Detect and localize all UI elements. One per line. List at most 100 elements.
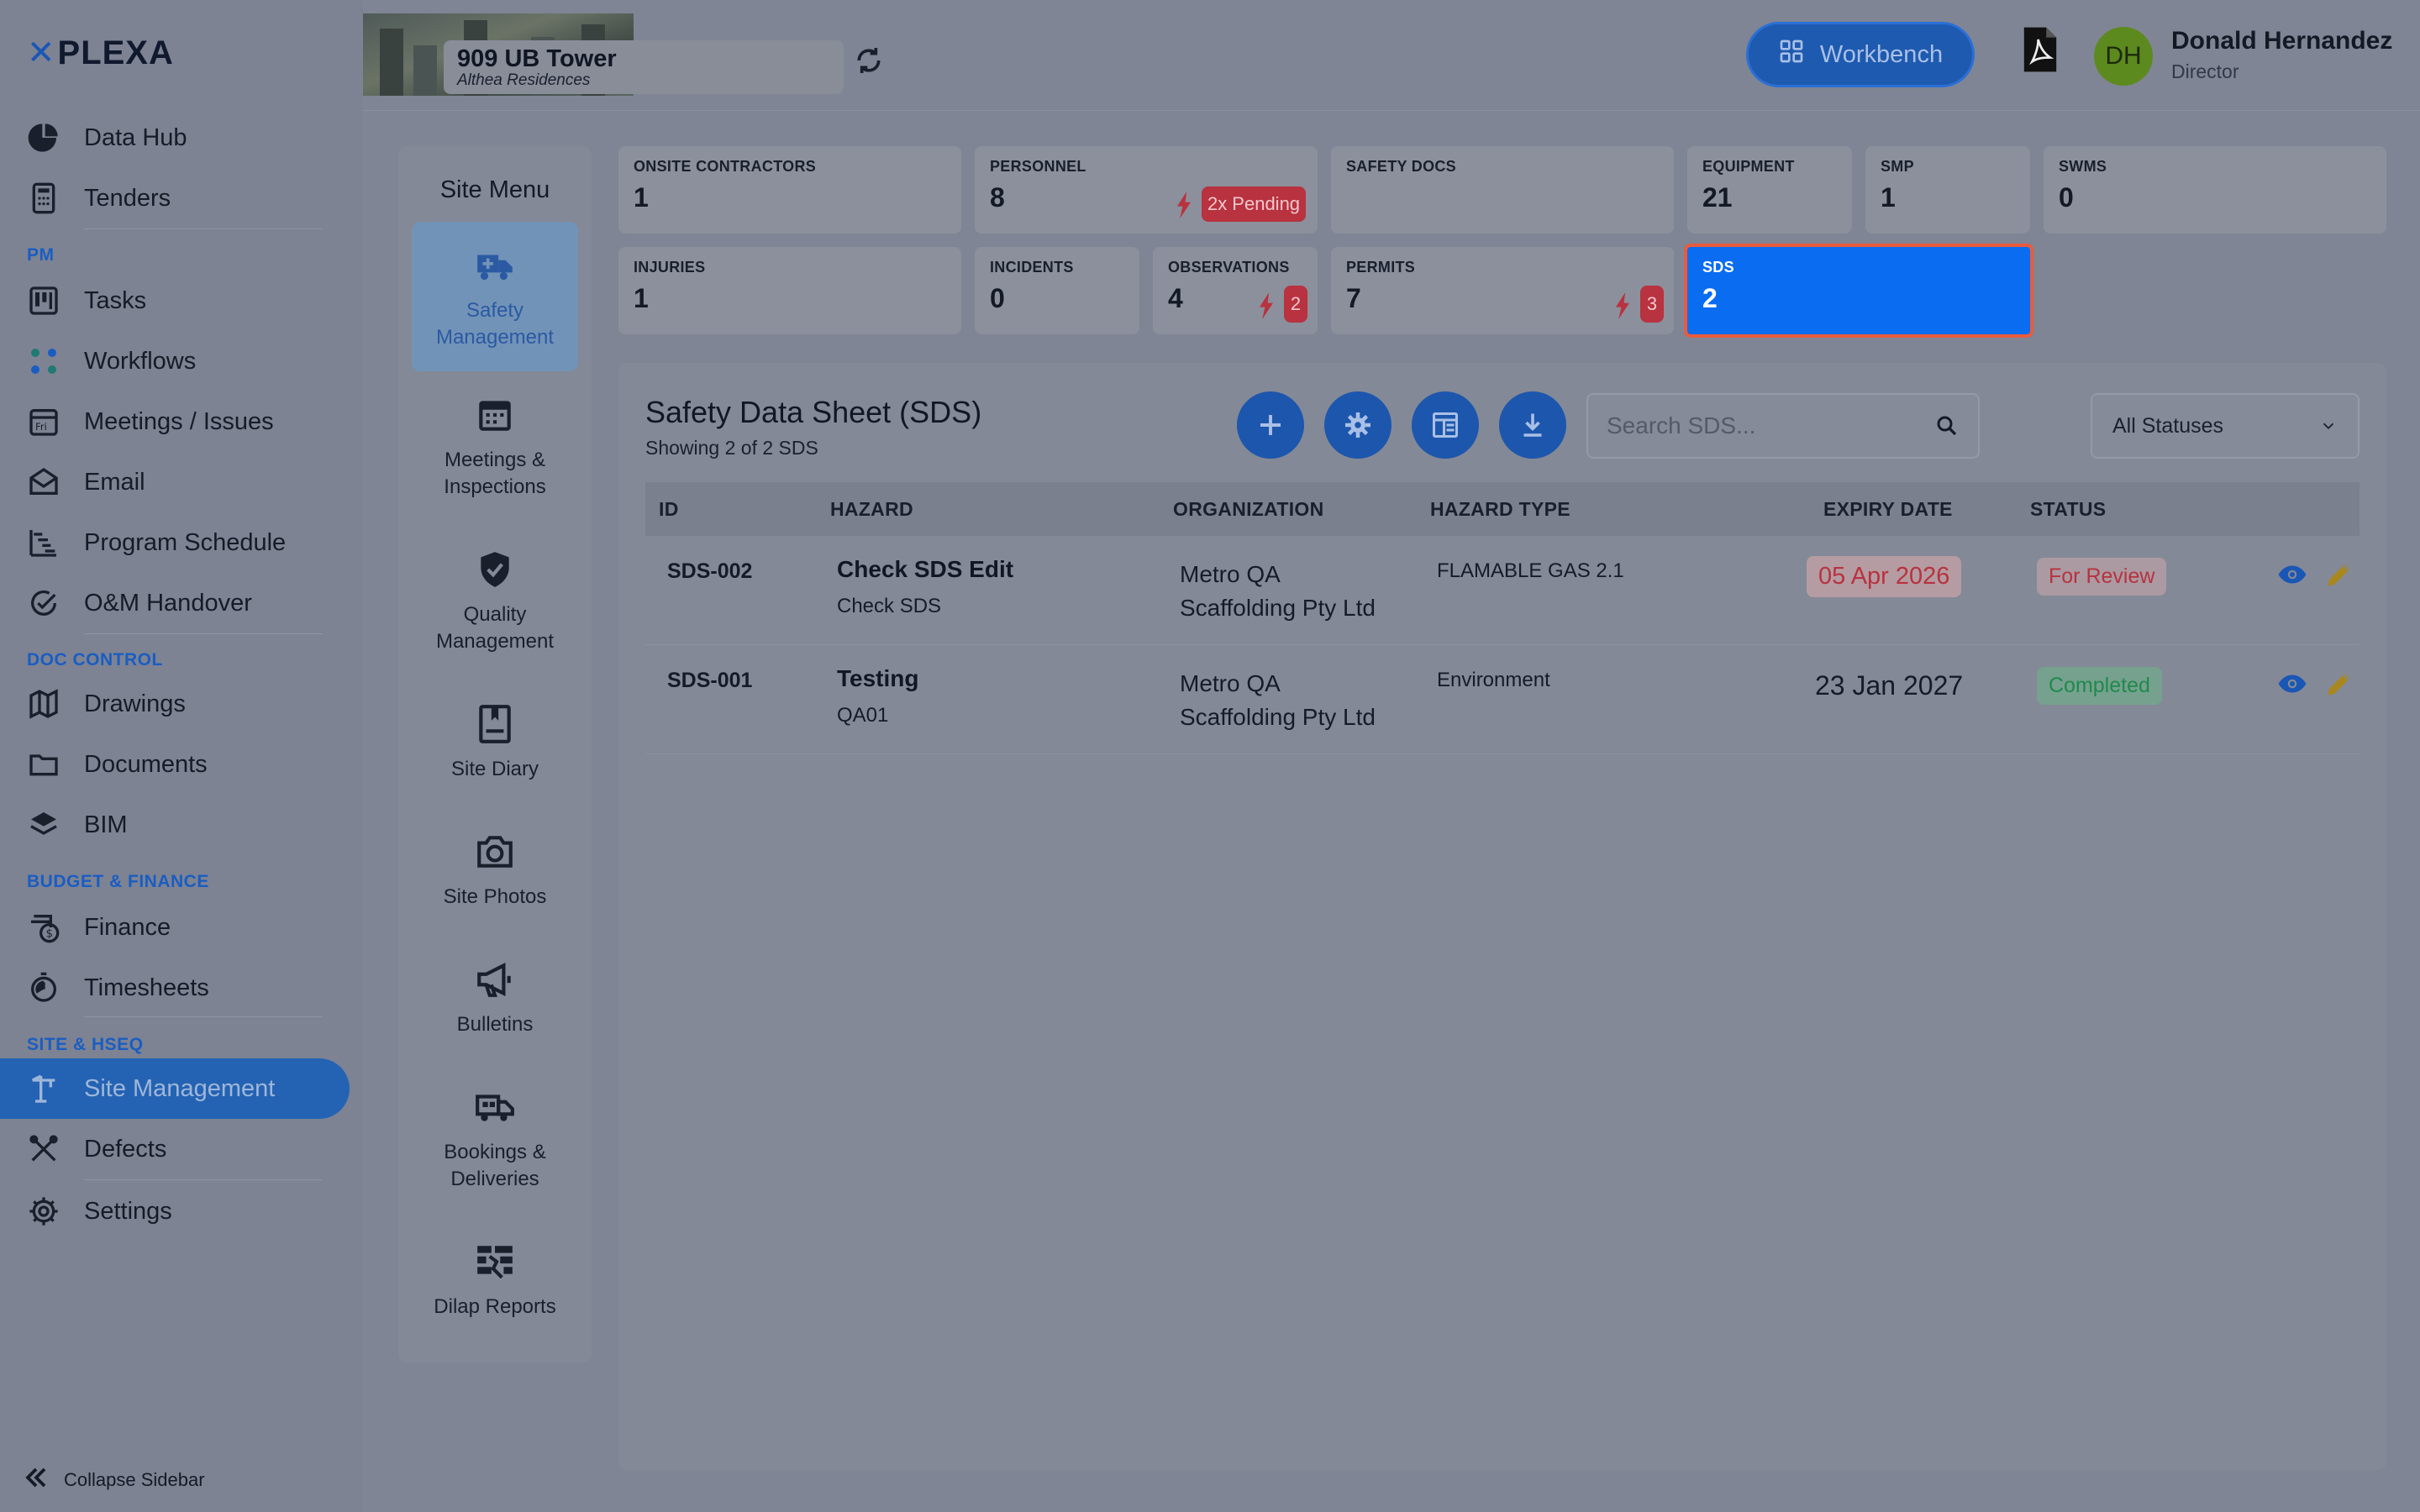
site-menu-label: Safety Management <box>435 299 555 349</box>
site-menu-label: Quality Management <box>435 603 555 653</box>
status-filter-select[interactable]: All Statuses <box>2091 393 2360 459</box>
sidebar-item-site-management[interactable]: Site Management <box>0 1058 350 1119</box>
stat-label: SAFETY DOCS <box>1346 158 1456 175</box>
stat-onsite-contractors[interactable]: ONSITE CONTRACTORS 1 <box>618 146 961 234</box>
sidebar-item-meetings-issues[interactable]: Fri Meetings / Issues <box>24 398 343 445</box>
table-row[interactable]: SDS-001 Testing QA01 Metro QA Scaffoldin… <box>645 645 2360 754</box>
sidebar-item-timesheets[interactable]: Timesheets <box>24 964 343 1011</box>
stat-label: ONSITE CONTRACTORS <box>634 158 817 175</box>
hazard-sub: QA01 <box>837 704 889 727</box>
stat-injuries[interactable]: INJURIES 1 <box>618 247 961 334</box>
layout-button[interactable] <box>1412 391 1479 459</box>
site-menu-item-bulletins[interactable]: Bulletins <box>412 956 578 1038</box>
stat-safety-docs[interactable]: SAFETY DOCS <box>1331 146 1674 234</box>
site-menu-item-site-diary[interactable]: Site Diary <box>412 701 578 783</box>
page-title: Safety Data Sheet (SDS) <box>645 395 982 429</box>
plus-icon <box>1260 415 1281 435</box>
svg-text:$: $ <box>46 928 53 941</box>
sidebar-item-tasks[interactable]: Tasks <box>24 277 343 324</box>
stat-value: 21 <box>1702 182 1733 213</box>
workbench-label: Workbench <box>1819 40 1944 68</box>
stat-observations[interactable]: OBSERVATIONS 4 2 <box>1153 247 1318 334</box>
sidebar-item-email[interactable]: Email <box>24 459 343 506</box>
plexa-logo[interactable]: ✕ PLEXA <box>27 34 174 72</box>
section-title-pm: PM <box>27 245 55 265</box>
sidebar-item-label: Meetings / Issues <box>84 407 274 435</box>
sidebar-item-om-handover[interactable]: O&M Handover <box>24 580 343 627</box>
site-menu-item-meetings-inspections[interactable]: Meetings & Inspections <box>412 391 578 501</box>
sidebar-item-program-schedule[interactable]: Program Schedule <box>24 519 343 566</box>
site-menu-item-quality-management[interactable]: Quality Management <box>412 546 578 655</box>
gantt-icon <box>24 522 64 563</box>
stat-smp[interactable]: SMP 1 <box>1865 146 2030 234</box>
site-menu-item-bookings-deliveries[interactable]: Bookings & Deliveries <box>412 1084 578 1193</box>
diary-icon <box>471 701 518 748</box>
column-header-expiry-date[interactable]: EXPIRY DATE <box>1823 498 1953 521</box>
sidebar-item-label: Settings <box>84 1197 172 1225</box>
sidebar-item-finance[interactable]: $ Finance <box>24 904 343 951</box>
status-filter-value: All Statuses <box>2112 413 2224 438</box>
site-menu-item-safety-management[interactable]: Safety Management <box>412 222 578 371</box>
sidebar-item-defects[interactable]: Defects <box>24 1126 343 1173</box>
site-menu-item-site-photos[interactable]: Site Photos <box>412 828 578 911</box>
project-selector[interactable]: 909 UB Tower Althea Residences <box>444 40 844 94</box>
hazard-sub: Check SDS <box>837 595 942 617</box>
sidebar-item-label: O&M Handover <box>84 589 252 617</box>
collapse-sidebar-button[interactable]: Collapse Sidebar <box>24 1465 205 1494</box>
divider <box>84 633 323 634</box>
column-header-status[interactable]: STATUS <box>2030 498 2106 521</box>
download-button[interactable] <box>1499 391 1566 459</box>
pending-badge[interactable]: 2x Pending <box>1202 186 1306 222</box>
sidebar-item-settings[interactable]: Settings <box>24 1188 343 1235</box>
lightning-icon <box>1177 192 1191 218</box>
user-name[interactable]: Donald Hernandez <box>2171 27 2392 55</box>
avatar[interactable]: DH <box>2094 27 2153 86</box>
sidebar-item-tenders[interactable]: Tenders <box>24 175 343 222</box>
stat-equipment[interactable]: EQUIPMENT 21 <box>1687 146 1852 234</box>
view-icon[interactable] <box>2277 669 2307 699</box>
sds-panel: Safety Data Sheet (SDS) Showing 2 of 2 S… <box>618 363 2386 1470</box>
search-input[interactable]: Search SDS... <box>1586 393 1980 459</box>
stat-swms[interactable]: SWMS 0 <box>2044 146 2386 234</box>
workbench-button[interactable]: Workbench <box>1746 22 1975 87</box>
search-icon[interactable] <box>1934 413 1960 438</box>
edit-icon[interactable] <box>2324 559 2354 590</box>
stat-permits[interactable]: PERMITS 7 3 <box>1331 247 1674 334</box>
site-menu-label: Site Photos <box>443 885 547 908</box>
table-header: ID HAZARD ORGANIZATION HAZARD TYPE EXPIR… <box>645 482 2360 536</box>
column-header-hazard-type[interactable]: HAZARD TYPE <box>1430 498 1570 521</box>
sidebar-item-label: Email <box>84 468 145 496</box>
column-header-id[interactable]: ID <box>659 498 679 521</box>
column-header-hazard[interactable]: HAZARD <box>830 498 913 521</box>
stat-value: 1 <box>1881 182 1896 213</box>
collapse-sidebar-label: Collapse Sidebar <box>64 1468 205 1490</box>
column-header-organization[interactable]: ORGANIZATION <box>1173 498 1324 521</box>
sidebar-item-documents[interactable]: Documents <box>24 741 343 788</box>
table-row[interactable]: SDS-002 Check SDS Edit Check SDS Metro Q… <box>645 536 2360 645</box>
refresh-icon[interactable] <box>850 42 887 79</box>
sds-id: SDS-002 <box>667 559 753 583</box>
stat-personnel[interactable]: PERSONNEL 8 2x Pending <box>975 146 1318 234</box>
download-icon <box>1523 413 1542 437</box>
sidebar-item-data-hub[interactable]: Data Hub <box>24 114 343 161</box>
sidebar-item-drawings[interactable]: Drawings <box>24 680 343 727</box>
site-menu-item-dilap-reports[interactable]: Dilap Reports <box>412 1238 578 1320</box>
pdf-icon[interactable] <box>2020 25 2060 74</box>
settings-button[interactable] <box>1324 391 1392 459</box>
add-sds-button[interactable] <box>1237 391 1304 459</box>
permits-badge[interactable]: 3 <box>1640 286 1664 323</box>
sidebar-item-label: Tasks <box>84 286 147 314</box>
tools-icon <box>24 1129 64 1169</box>
edit-icon[interactable] <box>2324 669 2354 699</box>
observations-badge[interactable]: 2 <box>1284 286 1307 323</box>
view-icon[interactable] <box>2277 559 2307 590</box>
stat-sds[interactable]: SDS 2 <box>1684 244 2033 338</box>
stat-incidents[interactable]: INCIDENTS 0 <box>975 247 1139 334</box>
sidebar-item-workflows[interactable]: Workflows <box>24 338 343 385</box>
sidebar-item-bim[interactable]: BIM <box>24 801 343 848</box>
stopwatch-icon <box>24 968 64 1008</box>
sidebar-item-label: Documents <box>84 750 208 778</box>
record-count: Showing 2 of 2 SDS <box>645 437 818 459</box>
hazard-type: Environment <box>1437 669 1550 691</box>
expiry-date: 05 Apr 2026 <box>1807 556 1962 597</box>
